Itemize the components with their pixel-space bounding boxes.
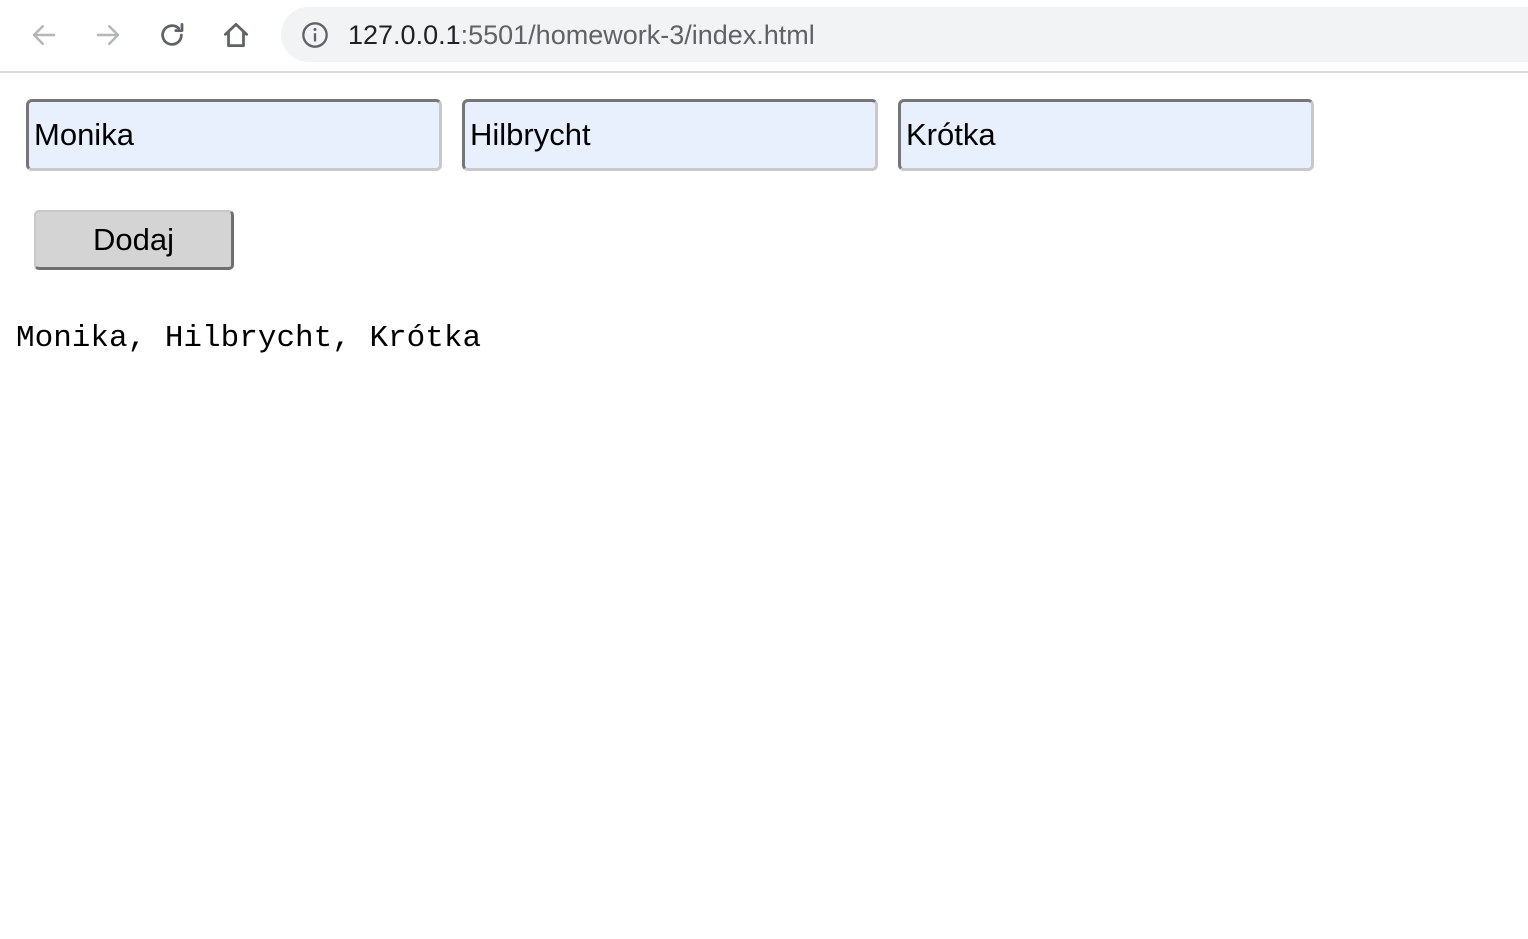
home-icon bbox=[224, 23, 248, 47]
info-icon[interactable] bbox=[301, 21, 329, 49]
nickname-input[interactable] bbox=[898, 99, 1314, 171]
address-bar[interactable]: 127.0.0.1:5501/homework-3/index.html bbox=[281, 7, 1528, 62]
arrow-left-icon bbox=[32, 25, 56, 45]
back-button[interactable] bbox=[24, 15, 64, 55]
url-host: 127.0.0.1 bbox=[348, 20, 461, 50]
arrow-right-icon bbox=[96, 25, 120, 45]
url-path: :5501/homework-3/index.html bbox=[460, 20, 815, 50]
reload-button[interactable] bbox=[152, 15, 192, 55]
output-text: Monika, Hilbrycht, Krótka bbox=[16, 321, 482, 356]
last-name-input[interactable] bbox=[462, 99, 878, 171]
browser-toolbar: 127.0.0.1:5501/homework-3/index.html bbox=[0, 0, 1528, 73]
address-url[interactable]: 127.0.0.1:5501/homework-3/index.html bbox=[348, 20, 815, 50]
home-button[interactable] bbox=[216, 15, 256, 55]
add-button[interactable]: Dodaj bbox=[34, 210, 234, 270]
reload-icon bbox=[161, 23, 184, 46]
forward-button[interactable] bbox=[88, 15, 128, 55]
first-name-input[interactable] bbox=[26, 99, 442, 171]
